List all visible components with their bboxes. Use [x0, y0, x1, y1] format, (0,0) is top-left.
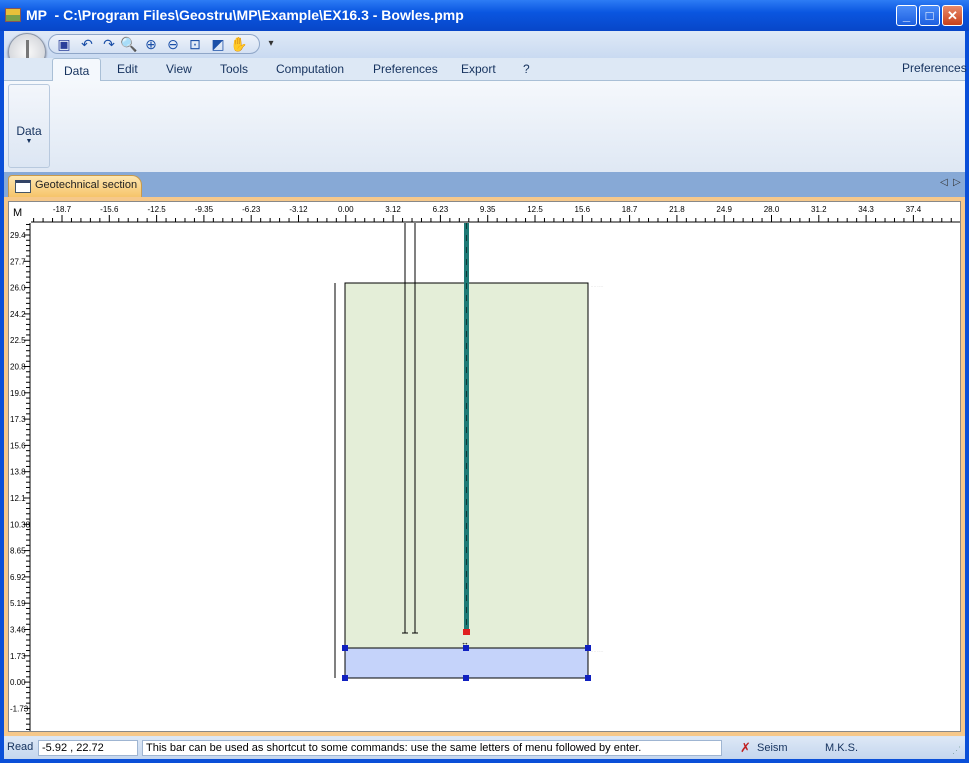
y-ruler-label: 10.38 [10, 520, 31, 529]
x-ruler-label: 21.8 [669, 205, 685, 214]
status-bar: Read -5.92 , 22.72 This bar can be used … [4, 737, 965, 759]
y-ruler-label: 12.1 [10, 494, 26, 503]
y-ruler-label: 0.00 [10, 678, 26, 687]
x-ruler-label: 37.4 [906, 205, 922, 214]
seism-button[interactable]: Seism [757, 742, 788, 754]
x-ruler-label: -9.35 [195, 205, 214, 214]
x-ruler-label: -6.23 [242, 205, 261, 214]
y-ruler-label: 27.7 [10, 257, 26, 266]
y-ruler-label: 1.73 [10, 652, 26, 661]
zoom-window-icon[interactable]: ⊡ [186, 35, 204, 53]
layer-node[interactable] [463, 645, 469, 651]
y-ruler-label: 5.19 [10, 599, 26, 608]
y-ruler-label: 26.0 [10, 284, 26, 293]
layer-1-annotation: ·· ·· · ·· ·· [591, 284, 603, 288]
x-ruler-label: 0.00 [338, 205, 354, 214]
tab-geotechnical-section[interactable]: Geotechnical section [8, 175, 142, 197]
scroll-tabs-left-icon[interactable]: ◁ [940, 177, 948, 188]
coordinates-field: -5.92 , 22.72 [38, 740, 138, 756]
dropdown-arrow-icon: ▼ [25, 138, 33, 145]
document-tab-bar [4, 172, 965, 197]
x-ruler-label: -12.5 [147, 205, 166, 214]
x-ruler-label: -3.12 [289, 205, 308, 214]
x-ruler-label: -18.7 [53, 205, 72, 214]
undo-icon[interactable]: ↶ [78, 35, 96, 53]
y-ruler-label: 6.92 [10, 573, 26, 582]
ruler-unit-label: M [13, 207, 22, 219]
y-ruler-label: 24.2 [10, 310, 26, 319]
zoom-page-icon[interactable]: 🔍 [120, 35, 138, 53]
y-ruler-label: 22.5 [10, 336, 26, 345]
save-icon[interactable]: ▣ [55, 35, 73, 53]
vertical-ruler: 29.4 27.7 26.0 24.2 22.5 20.8 19.0 17.3 15.6 13.8… [10, 223, 31, 731]
x-ruler-label: 34.3 [858, 205, 874, 214]
zoom-in-icon[interactable]: ⊕ [142, 35, 160, 53]
tab-edit[interactable]: Edit [117, 62, 138, 76]
soil-layer-2[interactable] [344, 647, 589, 679]
x-ruler-label: 9.35 [480, 205, 496, 214]
y-ruler-label: 29.4 [10, 231, 26, 240]
layer-node[interactable] [342, 645, 348, 651]
data-group-label: Data [16, 124, 42, 138]
x-ruler-label: 18.7 [622, 205, 638, 214]
tab-data[interactable]: Data [52, 58, 102, 82]
tab-tools[interactable]: Tools [220, 62, 248, 76]
tab-preferences[interactable]: Preferences [373, 62, 438, 76]
y-ruler-label: 8.65 [10, 547, 26, 556]
pan-hand-icon[interactable]: ✋ [230, 35, 248, 53]
customize-toolbar-icon[interactable]: ▾ [262, 35, 280, 53]
y-ruler-label: 19.0 [10, 389, 26, 398]
tab-view[interactable]: View [166, 62, 192, 76]
x-ruler-label: 3.12 [385, 205, 401, 214]
layer-node[interactable] [342, 675, 348, 681]
tab-help[interactable]: ? [523, 62, 530, 76]
y-ruler-label: 15.6 [10, 441, 26, 450]
command-input[interactable]: This bar can be used as shortcut to some… [142, 740, 722, 756]
x-ruler-label: 28.0 [764, 205, 780, 214]
layer-node[interactable] [463, 675, 469, 681]
y-ruler-label: -1.73 [10, 704, 29, 713]
minimize-button[interactable]: _ [896, 5, 917, 26]
y-ruler-label: 3.46 [10, 626, 26, 635]
tab-export[interactable]: Export [461, 62, 496, 76]
mode-label: Read [7, 741, 34, 753]
window-icon [15, 180, 31, 193]
data-dropdown-button[interactable]: Data ▼ [8, 84, 50, 168]
preferences-link[interactable]: Preferences [902, 61, 967, 75]
maximize-button[interactable]: □ [919, 5, 940, 26]
title-bar: MP - C:\Program Files\Geostru\MP\Example… [0, 0, 969, 31]
x-ruler-label: 12.5 [527, 205, 543, 214]
x-ruler-label: -15.6 [100, 205, 119, 214]
x-ruler-label: 6.23 [433, 205, 449, 214]
pile-tip-marker [463, 629, 470, 635]
geotechnical-section-drawing: ↔ ·· ·· · ·· ·· ·· ·· · ·· ·· [334, 223, 603, 681]
tab-computation[interactable]: Computation [276, 62, 344, 76]
y-ruler-label: 20.8 [10, 363, 26, 372]
scroll-tabs-right-icon[interactable]: ▷ [953, 177, 961, 188]
ribbon-panel [4, 81, 965, 172]
zoom-previous-icon[interactable]: ◩ [209, 35, 227, 53]
x-ruler-label: 15.6 [575, 205, 591, 214]
document-tab-label: Geotechnical section [35, 179, 138, 191]
resize-grip-icon[interactable]: ⋰ [952, 745, 961, 756]
redo-icon[interactable]: ↷ [100, 35, 118, 53]
app-icon[interactable] [5, 8, 21, 22]
layer-2-annotation: ·· ·· · ·· ·· [591, 649, 603, 653]
x-ruler-label: 31.2 [811, 205, 827, 214]
units-indicator[interactable]: M.K.S. [825, 742, 858, 754]
zoom-out-icon[interactable]: ⊖ [164, 35, 182, 53]
layer-node[interactable] [585, 675, 591, 681]
x-ruler-label: 24.9 [716, 205, 732, 214]
y-ruler-label: 17.3 [10, 415, 26, 424]
horizontal-ruler: -18.7 -15.6 -12.5 -9.35 -6.23 -3.12 0.00 3.12 6.… [9, 202, 960, 223]
window-title: MP - C:\Program Files\Geostru\MP\Example… [26, 7, 464, 23]
seism-icon: ✗ [740, 740, 751, 755]
drawing-canvas[interactable]: -18.7 -15.6 -12.5 -9.35 -6.23 -3.12 0.00 3.12 6.… [8, 201, 961, 732]
y-ruler-label: 13.8 [10, 468, 26, 477]
close-button[interactable]: ✕ [942, 5, 963, 26]
